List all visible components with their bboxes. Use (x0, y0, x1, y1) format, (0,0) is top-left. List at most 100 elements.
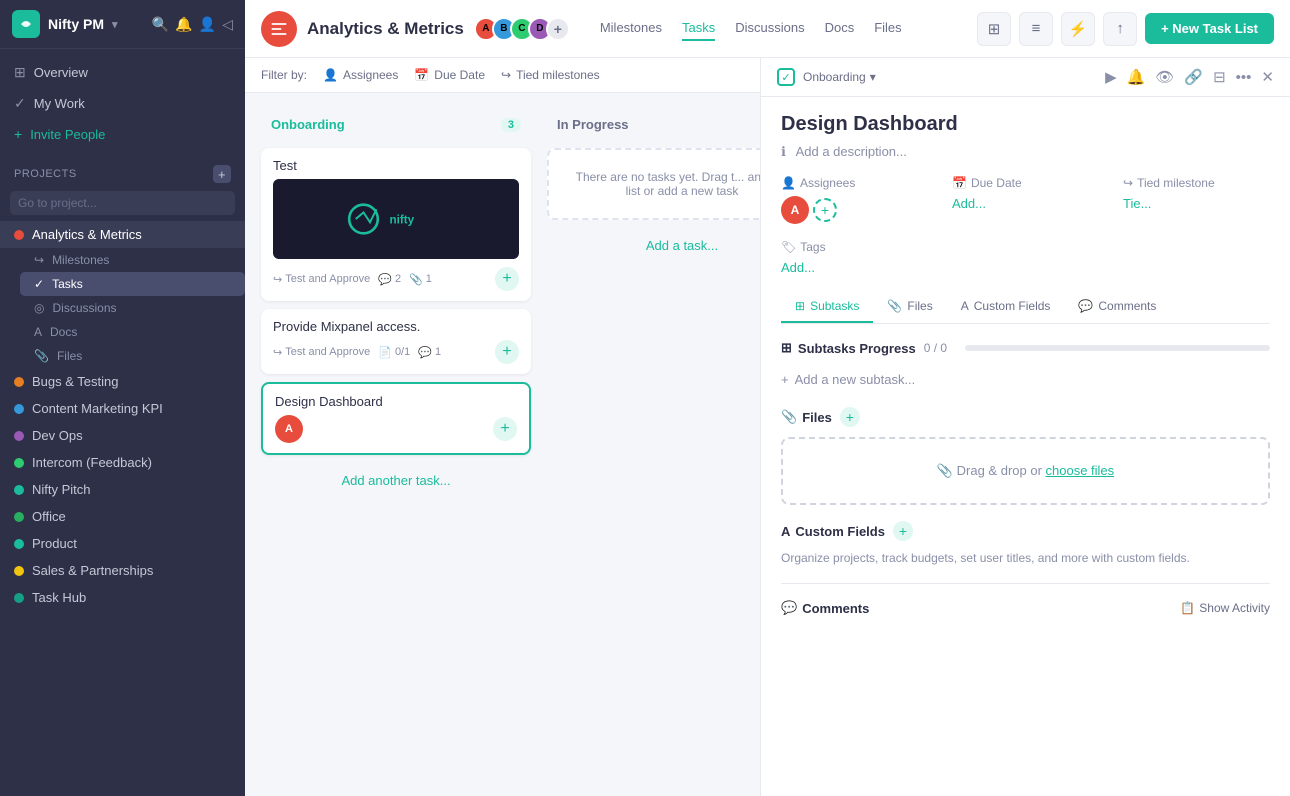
task-complete-checkbox[interactable]: ✓ (777, 68, 795, 86)
close-icon[interactable]: ✕ (1261, 68, 1274, 86)
files-section: 📎 Files + 📎 Drag & drop or choose files (781, 407, 1270, 505)
sidebar-item-overview[interactable]: ⊞ Overview (0, 57, 245, 88)
filter-tied-milestones[interactable]: ↪ Tied milestones (501, 68, 600, 82)
add-assignee-button[interactable]: + (813, 198, 837, 222)
task-card-mixpanel[interactable]: Provide Mixpanel access. ↪ Test and Appr… (261, 309, 531, 374)
add-task-link-in-progress[interactable]: Add a task... (547, 228, 760, 263)
add-member-btn[interactable]: + (546, 17, 570, 41)
tied-milestone-add-btn[interactable]: Tie... (1123, 196, 1270, 211)
topbar-nav-milestones[interactable]: Milestones (600, 16, 662, 41)
project-item-intercom[interactable]: Intercom (Feedback) (0, 449, 245, 476)
layout-icon[interactable]: ⊟ (1213, 68, 1226, 86)
lightning-btn[interactable]: ⚡ (1061, 12, 1095, 46)
add-project-button[interactable]: + (213, 165, 231, 183)
projects-section-header: PROJECTS + (0, 157, 245, 187)
new-task-list-button[interactable]: + New Task List (1145, 13, 1274, 44)
comment-icon-mixpanel: 💬 (418, 346, 432, 359)
bell-icon-detail[interactable]: 🔔 (1127, 68, 1146, 86)
eye-icon[interactable]: 👁 (1155, 68, 1174, 86)
custom-fields-icon: A (781, 524, 790, 539)
doc-icon-mixpanel: 📄 (378, 346, 392, 359)
project-item-devops[interactable]: Dev Ops (0, 422, 245, 449)
project-item-pitch[interactable]: Nifty Pitch (0, 476, 245, 503)
sub-item-discussions[interactable]: ◎ Discussions (20, 296, 245, 320)
topbar-nav-discussions[interactable]: Discussions (735, 16, 804, 41)
project-dot-pitch (14, 485, 24, 495)
add-subtask-button[interactable]: + Add a new subtask... (781, 368, 1270, 391)
tab-comments[interactable]: 💬 Comments (1064, 291, 1170, 323)
tasks-icon: ✓ (34, 277, 44, 291)
detail-fields-row: 👤 Assignees A + 📅 Due Date Ad (781, 176, 1270, 224)
topbar-nav-files[interactable]: Files (874, 16, 901, 41)
detail-body: Design Dashboard ℹ Add a description... … (761, 97, 1290, 796)
tied-milestone-field: ↪ Tied milestone Tie... (1123, 176, 1270, 224)
project-item-taskhub[interactable]: Task Hub (0, 584, 245, 611)
search-icon[interactable]: 🔍 (152, 16, 169, 33)
desc-placeholder: Add a description... (796, 144, 907, 159)
brand[interactable]: Nifty PM ▾ (12, 10, 118, 38)
show-activity-button[interactable]: 📋 Show Activity (1180, 601, 1270, 615)
topbar-nav: Milestones Tasks Discussions Docs Files (600, 16, 902, 41)
sub-item-files[interactable]: 📎 Files (20, 344, 245, 368)
list-view-btn[interactable]: ≡ (1019, 12, 1053, 46)
project-label-bugs: Bugs & Testing (32, 374, 118, 389)
project-avatar (261, 11, 297, 47)
topbar-nav-docs[interactable]: Docs (825, 16, 855, 41)
custom-fields-section: A Custom Fields + Organize projects, tra… (781, 521, 1270, 567)
comments-tab-icon: 💬 (1078, 299, 1093, 313)
task-assign-btn-design-dashboard[interactable]: + (493, 417, 517, 441)
subtasks-progress-label: 0 / 0 (924, 341, 947, 355)
project-search-input[interactable] (10, 191, 235, 215)
tags-icon: 🏷 (781, 240, 796, 254)
topbar-nav-tasks[interactable]: Tasks (682, 16, 715, 41)
task-board: Filter by: 👤 Assignees 📅 Due Date ↪ Tied… (245, 58, 760, 796)
play-icon[interactable]: ▶ (1105, 68, 1117, 86)
bell-icon[interactable]: 🔔 (175, 16, 192, 33)
filter-assignees[interactable]: 👤 Assignees (323, 68, 398, 82)
detail-description[interactable]: ℹ Add a description... (781, 144, 1270, 160)
link-icon[interactable]: 🔗 (1184, 68, 1203, 86)
task-assign-btn-test[interactable]: + (495, 267, 519, 291)
sub-item-milestones[interactable]: ↪ Milestones (20, 248, 245, 272)
tab-subtasks[interactable]: ⊞ Subtasks (781, 291, 873, 323)
due-date-add-btn[interactable]: Add... (952, 196, 1099, 211)
add-custom-field-button[interactable]: + (893, 521, 913, 541)
filter-due-date[interactable]: 📅 Due Date (414, 68, 485, 82)
add-file-button[interactable]: + (840, 407, 860, 427)
sidebar-item-invite-people[interactable]: + Invite People (0, 119, 245, 149)
filter-by-label: Filter by: (261, 68, 307, 82)
more-icon[interactable]: ••• (1236, 69, 1252, 86)
choose-files-link[interactable]: choose files (1046, 463, 1115, 478)
task-assign-btn-mixpanel[interactable]: + (495, 340, 519, 364)
subtasks-progress-row: ⊞ Subtasks Progress 0 / 0 (781, 340, 1270, 356)
tab-custom-fields[interactable]: A Custom Fields (947, 291, 1065, 323)
collapse-icon[interactable]: ◁ (222, 16, 233, 33)
add-task-link-onboarding[interactable]: Add another task... (261, 463, 531, 498)
project-item-bugs[interactable]: Bugs & Testing (0, 368, 245, 395)
project-label-intercom: Intercom (Feedback) (32, 455, 152, 470)
project-item-content[interactable]: Content Marketing KPI (0, 395, 245, 422)
project-item-office[interactable]: Office (0, 503, 245, 530)
project-item-product[interactable]: Product (0, 530, 245, 557)
sub-item-tasks[interactable]: ✓ Tasks (20, 272, 245, 296)
project-dot-office (14, 512, 24, 522)
avatar-icon[interactable]: 👤 (199, 16, 216, 33)
task-card-design-dashboard[interactable]: Design Dashboard A + (261, 382, 531, 455)
sub-item-docs[interactable]: A Docs (20, 320, 245, 344)
grid-view-btn[interactable]: ⊞ (977, 12, 1011, 46)
project-item-analytics[interactable]: Analytics & Metrics (0, 221, 245, 248)
project-dot-analytics (14, 230, 24, 240)
project-item-sales[interactable]: Sales & Partnerships (0, 557, 245, 584)
tab-files[interactable]: 📎 Files (873, 291, 946, 323)
task-card-test[interactable]: Test nifty ↪ Test (261, 148, 531, 301)
add-tag-button[interactable]: Add... (781, 260, 1270, 275)
task-doc-mixpanel: 📄 0/1 (378, 346, 410, 359)
breadcrumb-text: Onboarding (803, 70, 866, 84)
upload-btn[interactable]: ↑ (1103, 12, 1137, 46)
topbar-project-title: Analytics & Metrics (307, 19, 464, 39)
sidebar-header: Nifty PM ▾ 🔍 🔔 👤 ◁ (0, 0, 245, 49)
project-dot-taskhub (14, 593, 24, 603)
files-drop-zone[interactable]: 📎 Drag & drop or choose files (781, 437, 1270, 505)
sidebar-item-my-work[interactable]: ✓ My Work (0, 88, 245, 119)
project-label-pitch: Nifty Pitch (32, 482, 91, 497)
